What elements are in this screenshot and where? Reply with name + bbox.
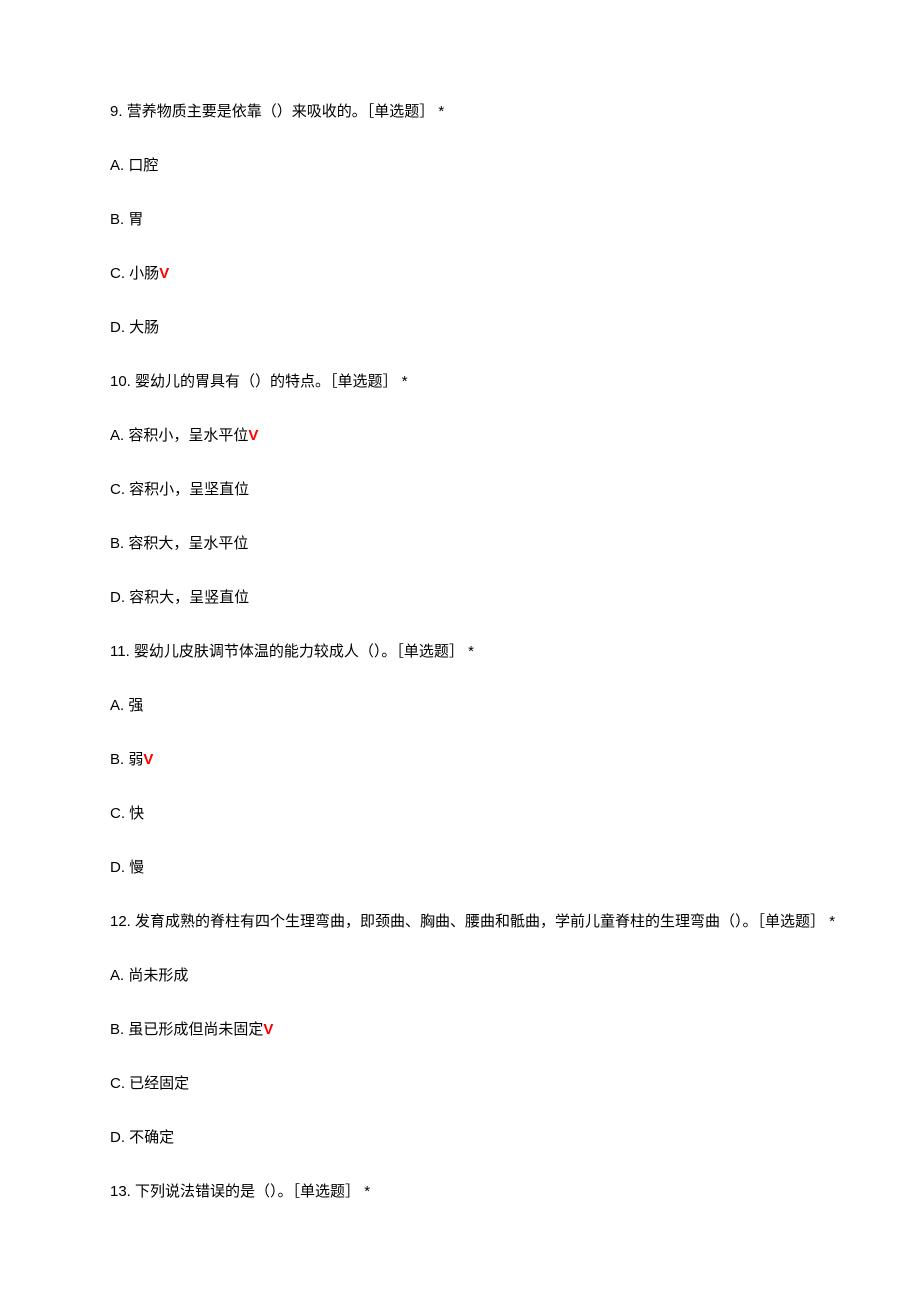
option: D. 大肠 (80, 316, 840, 340)
option-text: 容积大，呈水平位 (128, 535, 248, 552)
checkmark-icon: V (143, 751, 153, 768)
option-text: 大肠 (129, 319, 159, 336)
question-number: 10. (110, 373, 131, 390)
option-label: C. (110, 805, 125, 822)
option: C. 小肠V (80, 262, 840, 286)
option: A. 强 (80, 694, 840, 718)
document-page: 9. 营养物质主要是依靠（）来吸收的。［单选题］ * A. 口腔 B. 胃 C.… (0, 0, 920, 1294)
option: B. 弱V (80, 748, 840, 772)
option-label: D. (110, 589, 125, 606)
option-text: 快 (129, 805, 144, 822)
checkmark-icon: V (263, 1021, 273, 1038)
option-text: 容积小，呈坚直位 (129, 481, 249, 498)
option-text: 口腔 (128, 157, 158, 174)
option-text: 弱 (128, 751, 143, 768)
question-stem: 12. 发育成熟的脊柱有四个生理弯曲，即颈曲、胸曲、腰曲和骶曲，学前儿童脊柱的生… (80, 910, 840, 934)
question-text: 发育成熟的脊柱有四个生理弯曲，即颈曲、胸曲、腰曲和骶曲，学前儿童脊柱的生理弯曲（… (135, 913, 835, 930)
option-text: 容积小，呈水平位 (128, 427, 248, 444)
question-number: 13. (110, 1183, 131, 1200)
option-text: 不确定 (129, 1129, 174, 1146)
question-text: 婴幼儿的胃具有（）的特点。［单选题］ * (135, 373, 408, 390)
option-text: 小肠 (129, 265, 159, 282)
question-text: 营养物质主要是依靠（）来吸收的。［单选题］ * (127, 103, 445, 120)
question-stem: 9. 营养物质主要是依靠（）来吸收的。［单选题］ * (80, 100, 840, 124)
option: A. 口腔 (80, 154, 840, 178)
question-number: 12. (110, 913, 131, 930)
option: C. 快 (80, 802, 840, 826)
checkmark-icon: V (159, 265, 169, 282)
option-text: 慢 (129, 859, 144, 876)
option-label: B. (110, 211, 124, 228)
option: D. 慢 (80, 856, 840, 880)
option-label: A. (110, 157, 124, 174)
option: A. 尚未形成 (80, 964, 840, 988)
question-number: 9. (110, 103, 123, 120)
option: B. 容积大，呈水平位 (80, 532, 840, 556)
checkmark-icon: V (248, 427, 258, 444)
option: B. 胃 (80, 208, 840, 232)
option-text: 虽已形成但尚未固定 (128, 1021, 263, 1038)
option-label: C. (110, 265, 125, 282)
option: D. 不确定 (80, 1126, 840, 1150)
option-label: D. (110, 319, 125, 336)
option-text: 容积大，呈竖直位 (129, 589, 249, 606)
option-label: B. (110, 535, 124, 552)
option-label: B. (110, 1021, 124, 1038)
option-label: D. (110, 859, 125, 876)
question-stem: 11. 婴幼儿皮肤调节体温的能力较成人（）。［单选题］ * (80, 640, 840, 664)
option-text: 强 (128, 697, 143, 714)
option-label: A. (110, 967, 124, 984)
question-stem: 13. 下列说法错误的是（）。［单选题］ * (80, 1180, 840, 1204)
option-label: C. (110, 1075, 125, 1092)
option-label: A. (110, 427, 124, 444)
option: A. 容积小，呈水平位V (80, 424, 840, 448)
option-text: 已经固定 (129, 1075, 189, 1092)
option: C. 已经固定 (80, 1072, 840, 1096)
question-number: 11. (110, 643, 130, 660)
option-label: D. (110, 1129, 125, 1146)
option: B. 虽已形成但尚未固定V (80, 1018, 840, 1042)
option-label: B. (110, 751, 124, 768)
question-text: 婴幼儿皮肤调节体温的能力较成人（）。［单选题］ * (134, 643, 474, 660)
question-text: 下列说法错误的是（）。［单选题］ * (135, 1183, 370, 1200)
option: C. 容积小，呈坚直位 (80, 478, 840, 502)
option-label: A. (110, 697, 124, 714)
option-text: 尚未形成 (128, 967, 188, 984)
option-text: 胃 (128, 211, 143, 228)
option-label: C. (110, 481, 125, 498)
question-stem: 10. 婴幼儿的胃具有（）的特点。［单选题］ * (80, 370, 840, 394)
option: D. 容积大，呈竖直位 (80, 586, 840, 610)
